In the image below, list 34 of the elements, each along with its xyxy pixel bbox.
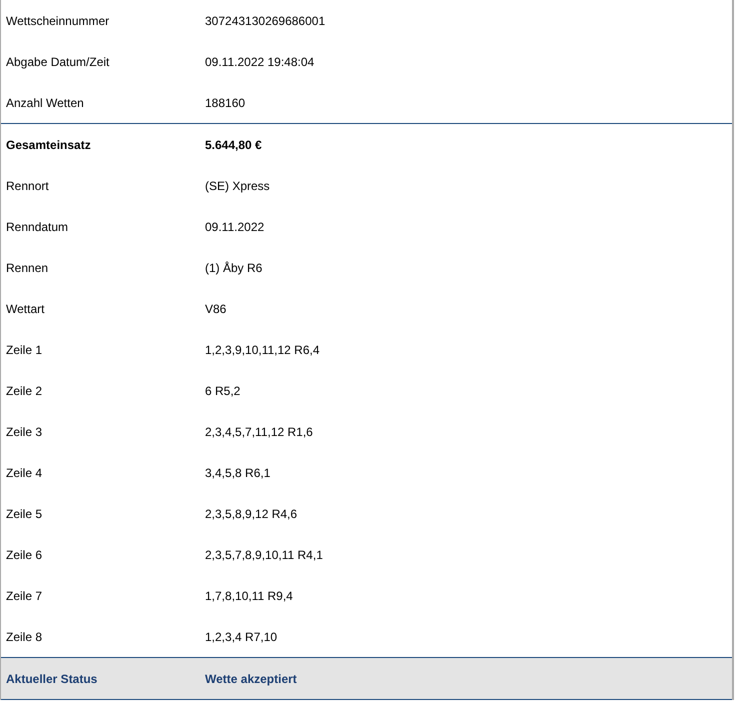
row-value: 1,2,3,4 R7,10 bbox=[204, 630, 278, 644]
row-value: (SE) Xpress bbox=[204, 179, 271, 193]
row-value: 6 R5,2 bbox=[204, 384, 242, 398]
row-value: (1) Åby R6 bbox=[204, 261, 264, 275]
row-label: Wettart bbox=[5, 302, 46, 316]
row-label: Gesamteinsatz bbox=[5, 138, 92, 152]
row-label: Zeile 1 bbox=[5, 343, 44, 357]
row-label: Zeile 4 bbox=[5, 466, 44, 480]
row-label: Rennen bbox=[5, 261, 50, 275]
row-label: Zeile 8 bbox=[5, 630, 44, 644]
row-label: Zeile 6 bbox=[5, 548, 44, 562]
row-value: 5.644,80 € bbox=[204, 138, 263, 152]
row-label: Anzahl Wetten bbox=[5, 96, 85, 110]
row-value: V86 bbox=[204, 302, 228, 316]
row-label: Abgabe Datum/Zeit bbox=[5, 55, 110, 69]
row-value: Wette akzeptiert bbox=[204, 672, 298, 686]
row-value: 188160 bbox=[204, 96, 246, 110]
row-value: 2,3,4,5,7,11,12 R1,6 bbox=[204, 425, 314, 439]
row-value: 2,3,5,7,8,9,10,11 R4,1 bbox=[204, 548, 324, 562]
row-label: Wettscheinnummer bbox=[5, 14, 110, 28]
row-value: 1,2,3,9,10,11,12 R6,4 bbox=[204, 343, 321, 357]
row-label: Zeile 2 bbox=[5, 384, 44, 398]
row-label: Zeile 7 bbox=[5, 589, 44, 603]
row-value: 09.11.2022 19:48:04 bbox=[204, 55, 316, 69]
row-value: 2,3,5,8,9,12 R4,6 bbox=[204, 507, 298, 521]
row-label: Rennort bbox=[5, 179, 50, 193]
row-value: 09.11.2022 bbox=[204, 220, 266, 234]
row-label: Renndatum bbox=[5, 220, 70, 234]
row-value: 1,7,8,10,11 R9,4 bbox=[204, 589, 294, 603]
row-label: Zeile 5 bbox=[5, 507, 44, 521]
row-value: 3,4,5,8 R6,1 bbox=[204, 466, 272, 480]
row-value: 307243130269686001 bbox=[204, 14, 326, 28]
row-label: Zeile 3 bbox=[5, 425, 44, 439]
row-label: Aktueller Status bbox=[5, 672, 98, 686]
